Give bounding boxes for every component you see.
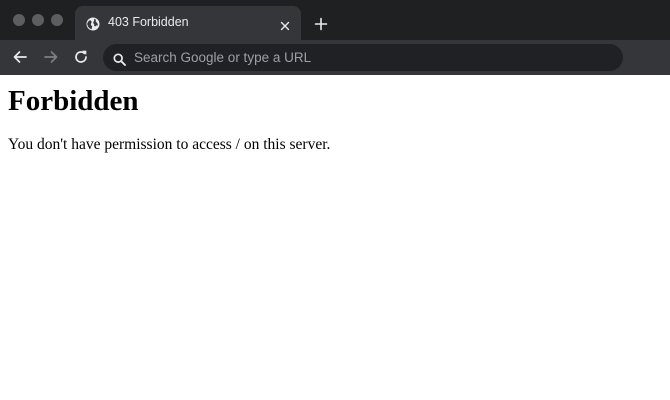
forward-arrow-icon[interactable]	[43, 49, 59, 65]
window-minimize-button[interactable]	[32, 14, 44, 26]
address-input[interactable]	[134, 44, 604, 71]
back-arrow-icon[interactable]	[12, 49, 28, 65]
window-close-button[interactable]	[13, 14, 25, 26]
reload-icon[interactable]	[73, 49, 89, 65]
window-maximize-button[interactable]	[51, 14, 63, 26]
tab-active[interactable]: 403 Forbidden	[75, 6, 301, 40]
page-title: Forbidden	[8, 85, 139, 117]
tab-strip: 403 Forbidden	[0, 0, 670, 40]
error-message: You don't have permission to access / on…	[8, 136, 331, 153]
omnibox[interactable]	[103, 44, 623, 71]
close-tab-icon[interactable]	[279, 17, 291, 31]
new-tab-icon[interactable]	[314, 16, 328, 31]
page-content: Forbidden You don't have permission to a…	[8, 75, 662, 155]
tab-title: 403 Forbidden	[108, 15, 189, 29]
search-icon	[113, 51, 126, 66]
toolbar	[0, 40, 670, 75]
globe-icon	[86, 16, 100, 31]
